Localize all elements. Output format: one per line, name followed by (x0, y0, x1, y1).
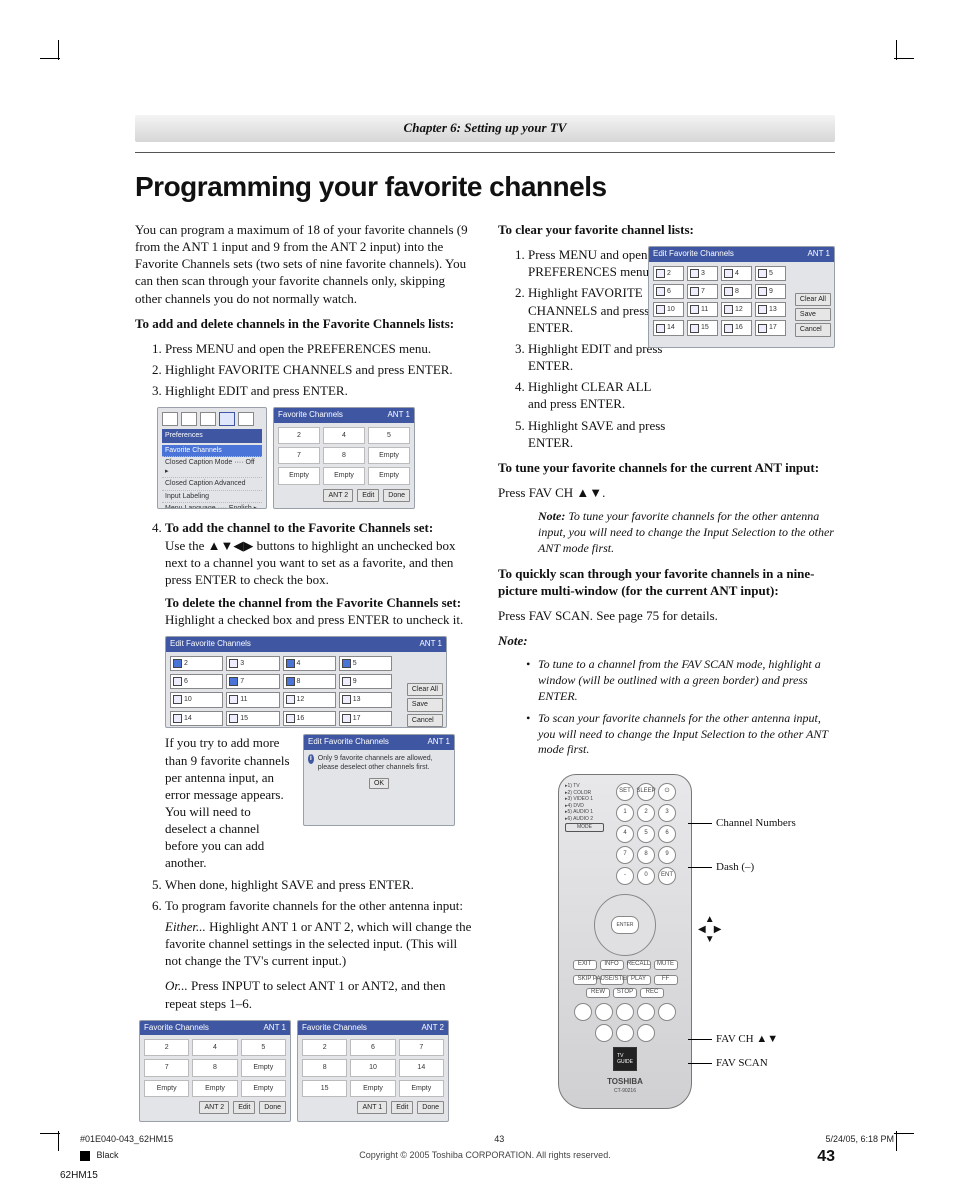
print-color: Black (97, 1150, 119, 1160)
step-3: Highlight EDIT and press ENTER. (165, 382, 472, 399)
document-id: 62HM15 (60, 1170, 98, 1181)
clear-favorite-screenshot: Edit Favorite ChannelsANT 1 2 3 4 5 6 7 … (648, 246, 835, 348)
left-column: You can program a maximum of 18 of your … (135, 221, 472, 1132)
page-title: Programming your favorite channels (135, 171, 835, 203)
callout-favch: FAV CH ▲▼ (688, 1032, 778, 1047)
print-file: #01E040-043_62HM15 (80, 1134, 173, 1144)
color-swatch-icon (80, 1151, 90, 1161)
chapter-bar: Chapter 6: Setting up your TV (135, 115, 835, 142)
clear-heading: To clear your favorite channel lists: (498, 221, 835, 238)
too-many-channels-text: If you try to add more than 9 favorite c… (165, 734, 295, 871)
print-page: 43 (494, 1134, 504, 1144)
clear-step-4: Highlight CLEAR ALL and press ENTER. (528, 378, 673, 412)
print-date: 5/24/05, 6:18 PM (825, 1134, 894, 1144)
tune-heading: To tune your favorite channels for the c… (498, 459, 835, 476)
favorite-ant1-screenshot: Favorite ChannelsANT 1 245 78Empty Empty… (139, 1020, 291, 1122)
scan-body: Press FAV SCAN. See page 75 for details. (498, 607, 835, 624)
step-6: To program favorite channels for the oth… (165, 897, 472, 1012)
step-4: To add the channel to the Favorite Chann… (165, 519, 472, 871)
tune-body: Press FAV CH ▲▼. (498, 484, 835, 501)
error-message-screenshot: Edit Favorite ChannelsANT 1 i Only 9 fav… (303, 734, 455, 826)
scan-note-2: To scan your favorite channels for the o… (526, 711, 835, 758)
remote-illustration: ▸1) TV▸2) COLOR ▸3) VIDEO 1▸4) DVD ▸5) A… (498, 774, 835, 1109)
callout-arrows: ▲◀▶▼ (698, 912, 721, 945)
clear-step-5: Highlight SAVE and press ENTER. (528, 417, 673, 451)
callout-channel-numbers: Channel Numbers (688, 816, 796, 831)
scan-note-1: To tune to a channel from the FAV SCAN m… (526, 657, 835, 704)
preferences-menu-screenshot: Preferences Favorite Channels Closed Cap… (157, 407, 267, 509)
step-2: Highlight FAVORITE CHANNELS and press EN… (165, 361, 472, 378)
step-1: Press MENU and open the PREFERENCES menu… (165, 340, 472, 357)
intro-paragraph: You can program a maximum of 18 of your … (135, 221, 472, 307)
tune-note: Note: To tune your favorite channels for… (538, 509, 835, 556)
note-label: Note: (498, 632, 835, 649)
callout-dash: Dash (–) (688, 860, 754, 875)
right-column: To clear your favorite channel lists: Pr… (498, 221, 835, 1132)
step-5: When done, highlight SAVE and press ENTE… (165, 876, 472, 893)
add-delete-heading: To add and delete channels in the Favori… (135, 315, 472, 332)
callout-favscan: FAV SCAN (688, 1056, 768, 1071)
favorite-channels-screenshot: Favorite ChannelsANT 1 245 78Empty Empty… (273, 407, 415, 509)
scan-heading: To quickly scan through your favorite ch… (498, 565, 835, 599)
favorite-ant2-screenshot: Favorite ChannelsANT 2 267 81014 15Empty… (297, 1020, 449, 1122)
printer-marks: #01E040-043_62HM15 43 5/24/05, 6:18 PM B… (80, 1134, 894, 1161)
divider (135, 152, 835, 153)
edit-favorite-channels-screenshot: Edit Favorite ChannelsANT 1 2 3 4 5 6 7 … (165, 636, 447, 728)
